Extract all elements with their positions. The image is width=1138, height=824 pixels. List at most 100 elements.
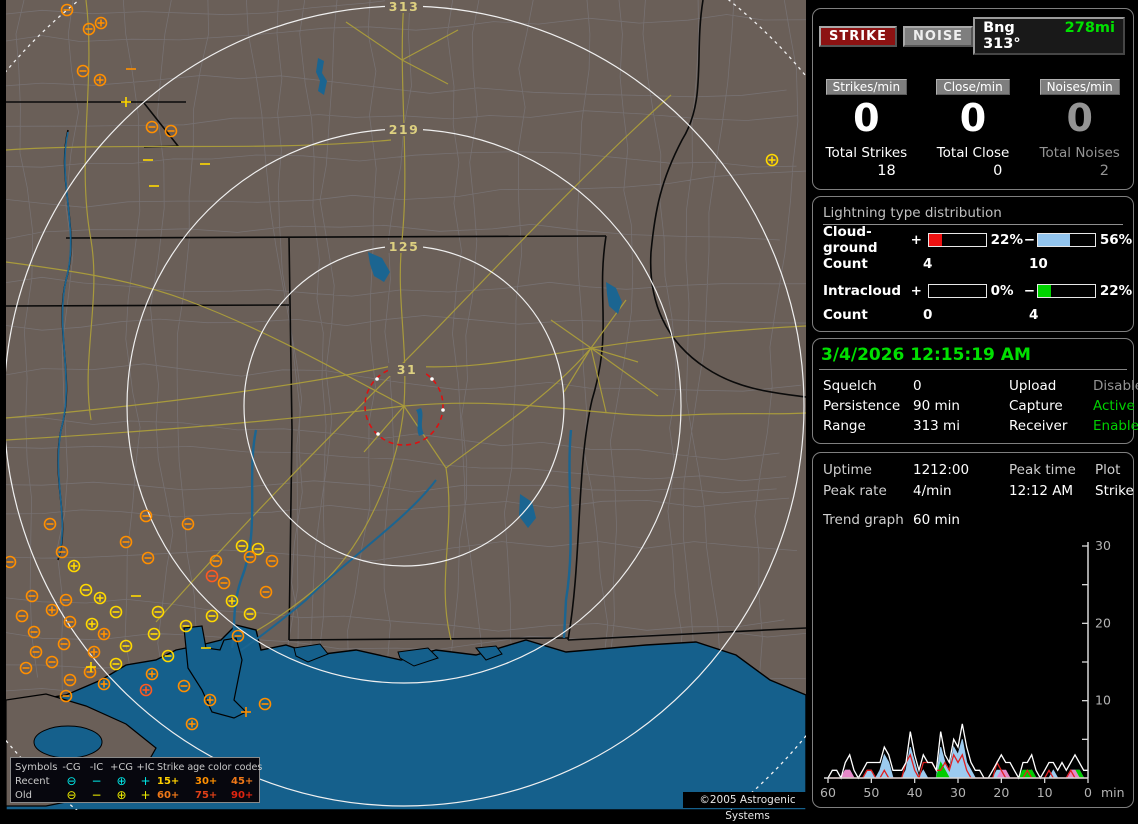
- age-90: 90+: [231, 789, 254, 801]
- svg-text:40: 40: [907, 785, 923, 800]
- cg-pos-bar: [928, 232, 987, 247]
- age-75: 75+: [195, 789, 218, 801]
- legend-col-cg-pos: +CG: [109, 761, 134, 773]
- trend-graph-label: Trend graph: [823, 511, 904, 528]
- status-panel: 3/4/2026 12:15:19 AM Squelch 0 Upload Di…: [812, 338, 1138, 444]
- strikes-rate: 0: [853, 96, 880, 140]
- svg-text:125: 125: [389, 239, 420, 254]
- svg-text:31: 31: [397, 362, 417, 377]
- svg-text:min: min: [1101, 785, 1125, 800]
- range-value: 313 mi: [913, 418, 960, 434]
- noises-rate: 0: [1066, 96, 1093, 140]
- close-counter: Close/min 0 Total Close 0: [920, 79, 1027, 179]
- app-window: { "toolbar":{ "strike_label":"STRIKE", "…: [0, 0, 1138, 822]
- circle-minus-icon: ⊖: [66, 788, 77, 802]
- strike-button[interactable]: STRIKE: [819, 25, 898, 47]
- close-per-min-badge[interactable]: Close/min: [936, 79, 1010, 95]
- count-label: Count: [823, 256, 868, 272]
- map-legend: Symbols -CG -IC +CG +IC Strike age color…: [10, 757, 262, 803]
- ic-pos-bar: [928, 283, 987, 298]
- counter-panel: STRIKE NOISE Bng 313° 278mi Strikes/min …: [812, 8, 1134, 190]
- total-noises-value: 2: [1099, 163, 1110, 179]
- receiver-label: Receiver: [1009, 418, 1068, 434]
- legend-old-label: Old: [15, 789, 32, 801]
- cloud-ground-label: Cloud-ground: [823, 223, 878, 256]
- ic-pos-pct: 0%: [990, 282, 1014, 299]
- cg-neg-bar: [1037, 232, 1096, 247]
- cg-neg-count: 10: [1029, 256, 1048, 272]
- legend-col-ic-neg: -IC: [89, 761, 104, 773]
- age-60: 60+: [157, 789, 180, 801]
- persistence-label: Persistence: [823, 398, 901, 414]
- upload-status: Disabled: [1093, 378, 1138, 394]
- capture-status: Active: [1093, 398, 1135, 414]
- cg-pos-count: 4: [923, 256, 933, 272]
- lightning-distribution-panel: Lightning type distribution Cloud-ground…: [812, 196, 1134, 332]
- plot-label: Plot: [1095, 461, 1121, 478]
- legend-recent-label: Recent: [15, 775, 50, 787]
- total-strikes-label: Total Strikes: [825, 145, 908, 161]
- circle-minus-icon: ⊖: [66, 774, 77, 788]
- legend-symbols-label: Symbols: [15, 761, 58, 773]
- count-label: Count: [823, 307, 868, 323]
- ic-neg-count: 4: [1029, 307, 1039, 323]
- minus-icon: −: [91, 788, 102, 802]
- close-rate: 0: [959, 96, 987, 140]
- legend-col-ic-pos: +IC: [136, 761, 155, 773]
- noises-per-min-badge[interactable]: Noises/min: [1039, 79, 1120, 95]
- svg-text:10: 10: [1037, 785, 1053, 800]
- svg-text:50: 50: [863, 785, 879, 800]
- ic-neg-bar: [1037, 283, 1096, 298]
- trend-window-value: 60 min: [913, 511, 960, 528]
- upload-label: Upload: [1009, 378, 1057, 394]
- svg-text:10: 10: [1095, 693, 1111, 708]
- radar-map[interactable]: 313 219 125 31 Symbols -CG -IC +CG +IC Stri…: [6, 0, 812, 822]
- strikes-counter: Strikes/min 0 Total Strikes 18: [813, 79, 920, 179]
- uptime-value: 1212:00: [913, 461, 970, 478]
- ic-pos-count: 0: [923, 307, 933, 323]
- cg-neg-pct: 56%: [1099, 231, 1133, 248]
- bearing-readout: Bng 313° 278mi: [973, 17, 1125, 55]
- age-45: 45+: [231, 775, 254, 787]
- copyright-bar: ©2005 Astrogenic Systems: [683, 792, 812, 822]
- squelch-value: 0: [913, 378, 922, 394]
- range-label: Range: [823, 418, 866, 434]
- uptime-label: Uptime: [823, 461, 872, 478]
- age-30: 30+: [195, 775, 218, 787]
- distribution-title: Lightning type distribution: [823, 205, 1123, 225]
- intracloud-label: Intracloud: [823, 282, 902, 299]
- total-close-value: 0: [993, 163, 1003, 179]
- svg-text:30: 30: [1095, 538, 1111, 553]
- svg-text:30: 30: [950, 785, 966, 800]
- minus-icon: −: [91, 774, 102, 788]
- minus-sign: −: [1023, 282, 1036, 299]
- svg-text:219: 219: [389, 122, 420, 137]
- cg-pos-pct: 22%: [990, 231, 1023, 248]
- trend-chart: 10 20 30 60 50 40 30 20 10 0 min: [820, 538, 1125, 800]
- noises-counter: Noises/min 0 Total Noises 2: [1026, 79, 1133, 179]
- svg-text:0: 0: [1084, 785, 1092, 800]
- svg-text:60: 60: [820, 785, 836, 800]
- circle-plus-icon: ⊕: [116, 774, 127, 788]
- trend-panel: Uptime 1212:00 Peak time Plot Peak rate …: [812, 452, 1134, 808]
- strikes-per-min-badge[interactable]: Strikes/min: [825, 79, 908, 95]
- svg-text:20: 20: [1095, 615, 1111, 630]
- squelch-label: Squelch: [823, 378, 877, 394]
- peak-time-value: 12:12 AM: [1009, 482, 1074, 499]
- total-strikes-value: 18: [877, 163, 896, 179]
- peak-rate-value: 4/min: [913, 482, 952, 499]
- datetime-display: 3/4/2026 12:15:19 AM: [821, 345, 1031, 365]
- plot-value: Strike: [1095, 482, 1134, 499]
- noise-button[interactable]: NOISE: [903, 25, 974, 47]
- peak-time-label: Peak time: [1009, 461, 1076, 478]
- legend-age-title: Strike age color codes: [157, 761, 263, 773]
- plus-sign: +: [910, 231, 922, 248]
- svg-text:313: 313: [389, 0, 420, 14]
- bearing-value: Bng 313°: [983, 20, 1021, 52]
- peak-rate-label: Peak rate: [823, 482, 887, 499]
- total-noises-label: Total Noises: [1039, 145, 1120, 161]
- legend-col-cg-neg: -CG: [62, 761, 81, 773]
- capture-label: Capture: [1009, 398, 1063, 414]
- svg-text:20: 20: [993, 785, 1009, 800]
- total-close-label: Total Close: [936, 145, 1010, 161]
